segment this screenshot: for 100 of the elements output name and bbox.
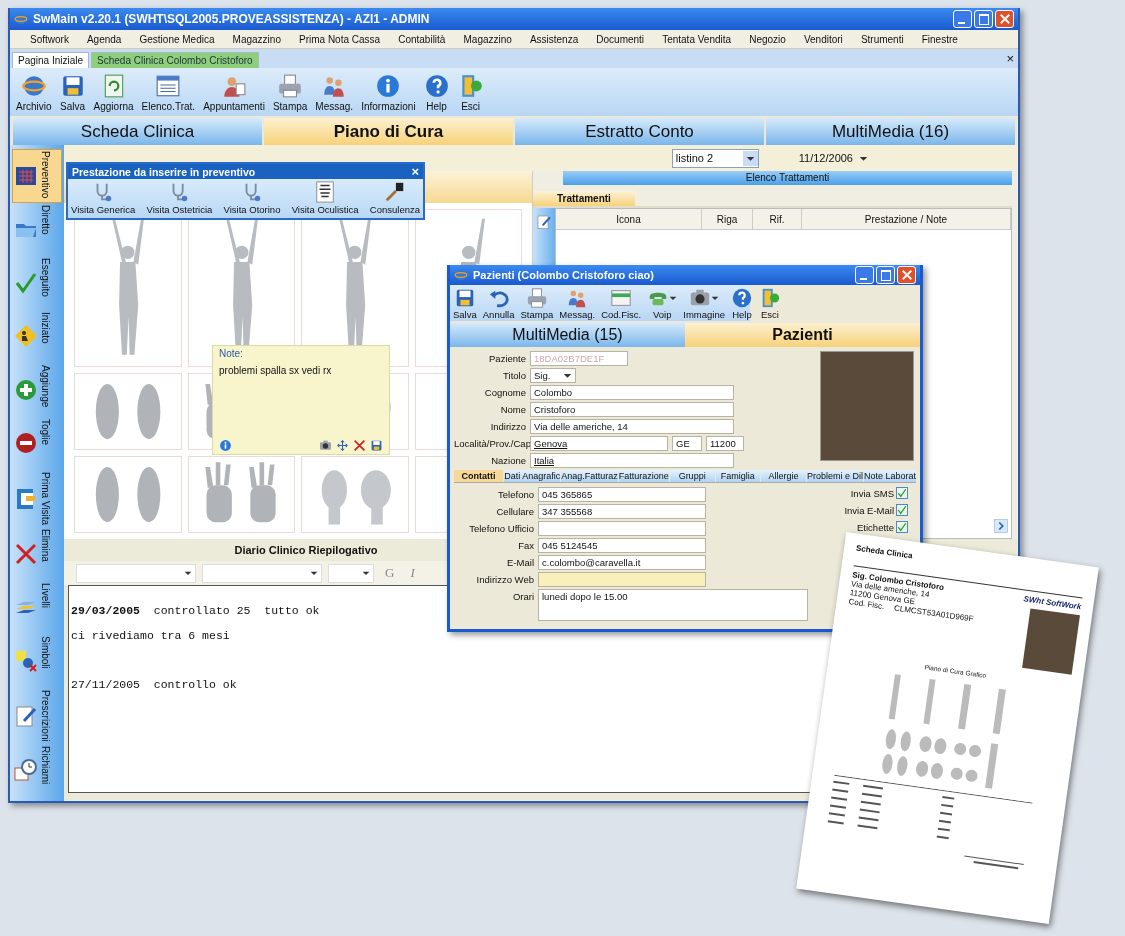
input-field[interactable]: 045 365865 bbox=[538, 487, 706, 502]
sidebar-item[interactable]: Diretto bbox=[12, 202, 62, 257]
menu-item[interactable]: Strumenti bbox=[860, 33, 904, 45]
window-tab[interactable]: Pazienti bbox=[685, 323, 920, 347]
section-tab[interactable]: Note Laborat bbox=[863, 470, 916, 482]
toolbar-button[interactable]: Stampa bbox=[517, 285, 557, 321]
title-dropdown[interactable]: Sig. bbox=[530, 368, 576, 383]
city-field[interactable]: Genova bbox=[530, 436, 668, 451]
menu-item[interactable]: Tentata Vendita bbox=[662, 33, 732, 45]
window-tab[interactable]: MultiMedia (15) bbox=[450, 323, 685, 347]
toolbar-button[interactable]: Esci bbox=[755, 285, 784, 321]
toolbar-button[interactable]: Archivio bbox=[12, 70, 56, 114]
sidebar-item[interactable]: Aggiunge bbox=[12, 363, 62, 417]
toolbar-button[interactable]: Voip bbox=[644, 285, 681, 321]
close-button[interactable] bbox=[897, 266, 916, 284]
document-tab[interactable]: Pagina Iniziale bbox=[12, 52, 90, 68]
service-button[interactable]: Visita Otorino bbox=[223, 181, 281, 215]
service-button[interactable]: Consulenza bbox=[369, 181, 420, 215]
close-tab-button[interactable]: × bbox=[1006, 51, 1014, 66]
menu-item[interactable]: Magazzino bbox=[232, 33, 281, 45]
minimize-button[interactable] bbox=[855, 266, 874, 284]
toolbar-button[interactable]: Informazioni bbox=[357, 70, 420, 114]
toolbar-button[interactable]: Salva bbox=[55, 70, 90, 114]
maximize-button[interactable] bbox=[876, 266, 895, 284]
section-tab[interactable]: Allergie bbox=[761, 470, 806, 482]
menu-item[interactable]: Documenti bbox=[596, 33, 645, 45]
column-header[interactable]: Rif. bbox=[753, 209, 802, 229]
figure-cell[interactable] bbox=[187, 455, 295, 533]
sidebar-item[interactable]: Preventivo bbox=[12, 149, 62, 203]
section-tab[interactable]: Contatti bbox=[454, 470, 504, 482]
menu-item[interactable]: Prima Nota Cassa bbox=[299, 33, 381, 45]
service-button[interactable]: Visita Generica bbox=[71, 181, 136, 215]
main-tab[interactable]: Piano di Cura bbox=[264, 118, 513, 145]
column-header[interactable]: Prestazione / Note bbox=[802, 209, 1011, 229]
service-button[interactable]: Visita Oculistica bbox=[291, 181, 359, 215]
sidebar-item[interactable]: Prescrizioni bbox=[12, 687, 62, 744]
input-field[interactable]: 347 355568 bbox=[538, 504, 706, 519]
column-header[interactable]: Icona bbox=[556, 209, 702, 229]
service-button[interactable]: Visita Ostetricia bbox=[146, 181, 213, 215]
toolbar-button[interactable]: Salva bbox=[450, 285, 480, 321]
province-field[interactable]: GE bbox=[672, 436, 702, 451]
toolbar-button[interactable]: Stampa bbox=[268, 70, 312, 114]
sidebar-item[interactable]: Simboli bbox=[12, 634, 62, 688]
main-tab[interactable]: Estratto Conto bbox=[515, 118, 764, 145]
sidebar-item[interactable]: Livelli bbox=[12, 580, 62, 635]
text-field[interactable]: Colombo bbox=[530, 385, 734, 400]
input-field[interactable] bbox=[538, 521, 706, 536]
close-button[interactable] bbox=[995, 10, 1014, 28]
menu-item[interactable]: Gestione Medica bbox=[139, 33, 215, 45]
toolbar-button[interactable]: Messag. bbox=[556, 285, 599, 321]
toolbar-button[interactable]: Help bbox=[419, 70, 454, 114]
menu-item[interactable]: Magazzino bbox=[463, 33, 512, 45]
price-list-dropdown[interactable]: listino 2 bbox=[671, 148, 759, 168]
toolbar-button[interactable]: Help bbox=[727, 285, 756, 321]
figure-cell[interactable] bbox=[74, 455, 182, 533]
sidebar-item[interactable]: Richiami bbox=[12, 743, 62, 797]
main-tab[interactable]: MultiMedia (16) bbox=[766, 118, 1015, 145]
sidebar-item[interactable]: Prima Visita bbox=[12, 470, 62, 528]
checkbox[interactable] bbox=[896, 504, 908, 516]
menu-item[interactable]: Negozio bbox=[749, 33, 786, 45]
menu-item[interactable]: Venditori bbox=[803, 33, 843, 45]
menu-item[interactable]: Agenda bbox=[86, 33, 122, 45]
main-tab[interactable]: Scheda Clinica bbox=[13, 118, 262, 145]
toolbar-button[interactable]: Elenco.Trat. bbox=[137, 70, 200, 114]
toolbar-button[interactable]: Immagine bbox=[680, 285, 728, 321]
input-field[interactable] bbox=[538, 572, 706, 587]
toolbar-button[interactable]: Annulla bbox=[479, 285, 518, 321]
checkbox[interactable] bbox=[896, 487, 908, 499]
figure-cell[interactable] bbox=[74, 372, 182, 450]
document-tab[interactable]: Scheda Clinica Colombo Cristoforo bbox=[91, 52, 259, 68]
text-field[interactable]: Cristoforo bbox=[530, 402, 734, 417]
section-tab[interactable]: Problemi e Dil bbox=[806, 470, 863, 482]
toolbar-button[interactable]: Aggiorna bbox=[89, 70, 138, 114]
close-button[interactable]: × bbox=[411, 164, 419, 179]
figure-cell[interactable] bbox=[301, 455, 409, 533]
menu-item[interactable]: Softwork bbox=[30, 33, 69, 45]
maximize-button[interactable] bbox=[974, 10, 993, 28]
country-field[interactable]: Italia bbox=[530, 453, 734, 468]
postcode-field[interactable]: 11200 bbox=[706, 436, 744, 451]
section-tab[interactable]: Famiglia bbox=[715, 470, 761, 482]
sidebar-item[interactable]: Iniziato bbox=[12, 309, 62, 364]
sidebar-item[interactable]: Elimina bbox=[12, 527, 62, 581]
input-field[interactable]: c.colombo@caravella.it bbox=[538, 555, 706, 570]
section-tab[interactable]: Dati Anagrafic bbox=[504, 470, 561, 482]
input-field[interactable]: lunedi dopo le 15.00 bbox=[538, 589, 808, 621]
text-field[interactable]: Via delle americhe, 14 bbox=[530, 419, 734, 434]
section-tab[interactable]: Gruppi bbox=[669, 470, 715, 482]
date-picker[interactable]: 11/12/2006 bbox=[798, 152, 868, 164]
section-tab[interactable]: Anag.Fatturaz bbox=[561, 470, 618, 482]
sidebar-item[interactable]: Toglie bbox=[12, 416, 62, 471]
input-field[interactable]: 045 5124545 bbox=[538, 538, 706, 553]
toolbar-button[interactable]: Cod.Fisc. bbox=[598, 285, 645, 321]
sidebar-item[interactable]: Eseguito bbox=[12, 256, 62, 310]
checkbox[interactable] bbox=[896, 521, 908, 533]
minimize-button[interactable] bbox=[953, 10, 972, 28]
treatments-tab[interactable]: Trattamenti bbox=[533, 191, 635, 206]
toolbar-button[interactable]: Messag. bbox=[311, 70, 358, 114]
menu-item[interactable]: Assistenza bbox=[529, 33, 579, 45]
section-tab[interactable]: Fatturazione bbox=[618, 470, 669, 482]
column-header[interactable]: Riga bbox=[702, 209, 753, 229]
